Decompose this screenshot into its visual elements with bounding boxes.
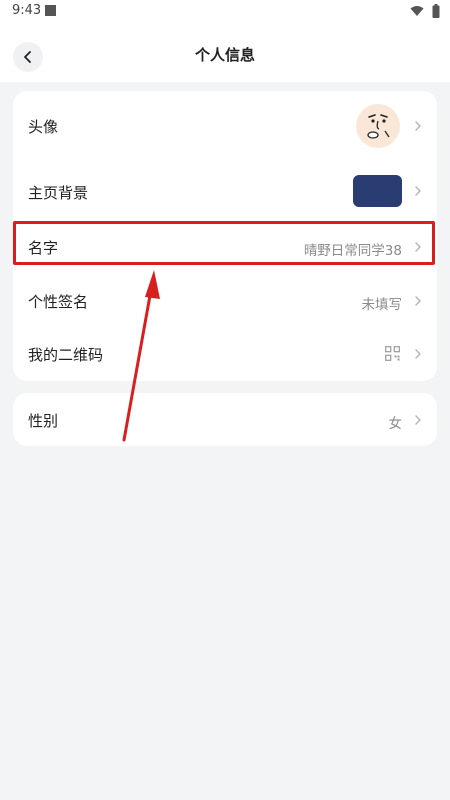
page-title: 个人信息 (194, 46, 255, 64)
background-thumbnail (353, 175, 402, 207)
wifi-icon (410, 6, 424, 16)
profile-card: 头像 主页背景 名字 晴野日常同学38 个性签名 未填写 我的二维码 (13, 91, 437, 381)
status-time: 9:43 (12, 3, 42, 18)
chevron-right-icon (415, 296, 421, 306)
chevron-right-icon (415, 186, 421, 196)
status-bar: 9:43 (0, 0, 450, 24)
homepage-background-label: 主页背景 (28, 184, 89, 202)
battery-icon (432, 4, 440, 18)
avatar-row[interactable]: 头像 (13, 91, 437, 161)
avatar-label: 头像 (28, 118, 59, 136)
gender-value: 女 (388, 416, 403, 432)
avatar (356, 104, 400, 148)
name-value: 晴野日常同学38 (303, 243, 402, 259)
chevron-right-icon (415, 242, 421, 252)
status-icons (410, 4, 440, 18)
chevron-right-icon (415, 349, 421, 359)
qrcode-row[interactable]: 我的二维码 (13, 327, 437, 381)
signature-value: 未填写 (361, 297, 403, 313)
gender-card: 性别 女 (13, 393, 437, 446)
header: 个人信息 (0, 24, 450, 82)
signature-label: 个性签名 (28, 293, 89, 311)
signature-row[interactable]: 个性签名 未填写 (13, 273, 437, 327)
name-row[interactable]: 名字 晴野日常同学38 (13, 221, 437, 273)
notification-icon (45, 5, 56, 16)
chevron-right-icon (415, 121, 421, 131)
gender-label: 性别 (28, 412, 59, 430)
qrcode-label: 我的二维码 (28, 346, 104, 364)
name-label: 名字 (28, 239, 59, 257)
chevron-right-icon (415, 415, 421, 425)
qrcode-icon (385, 346, 400, 361)
gender-row[interactable]: 性别 女 (13, 393, 437, 446)
